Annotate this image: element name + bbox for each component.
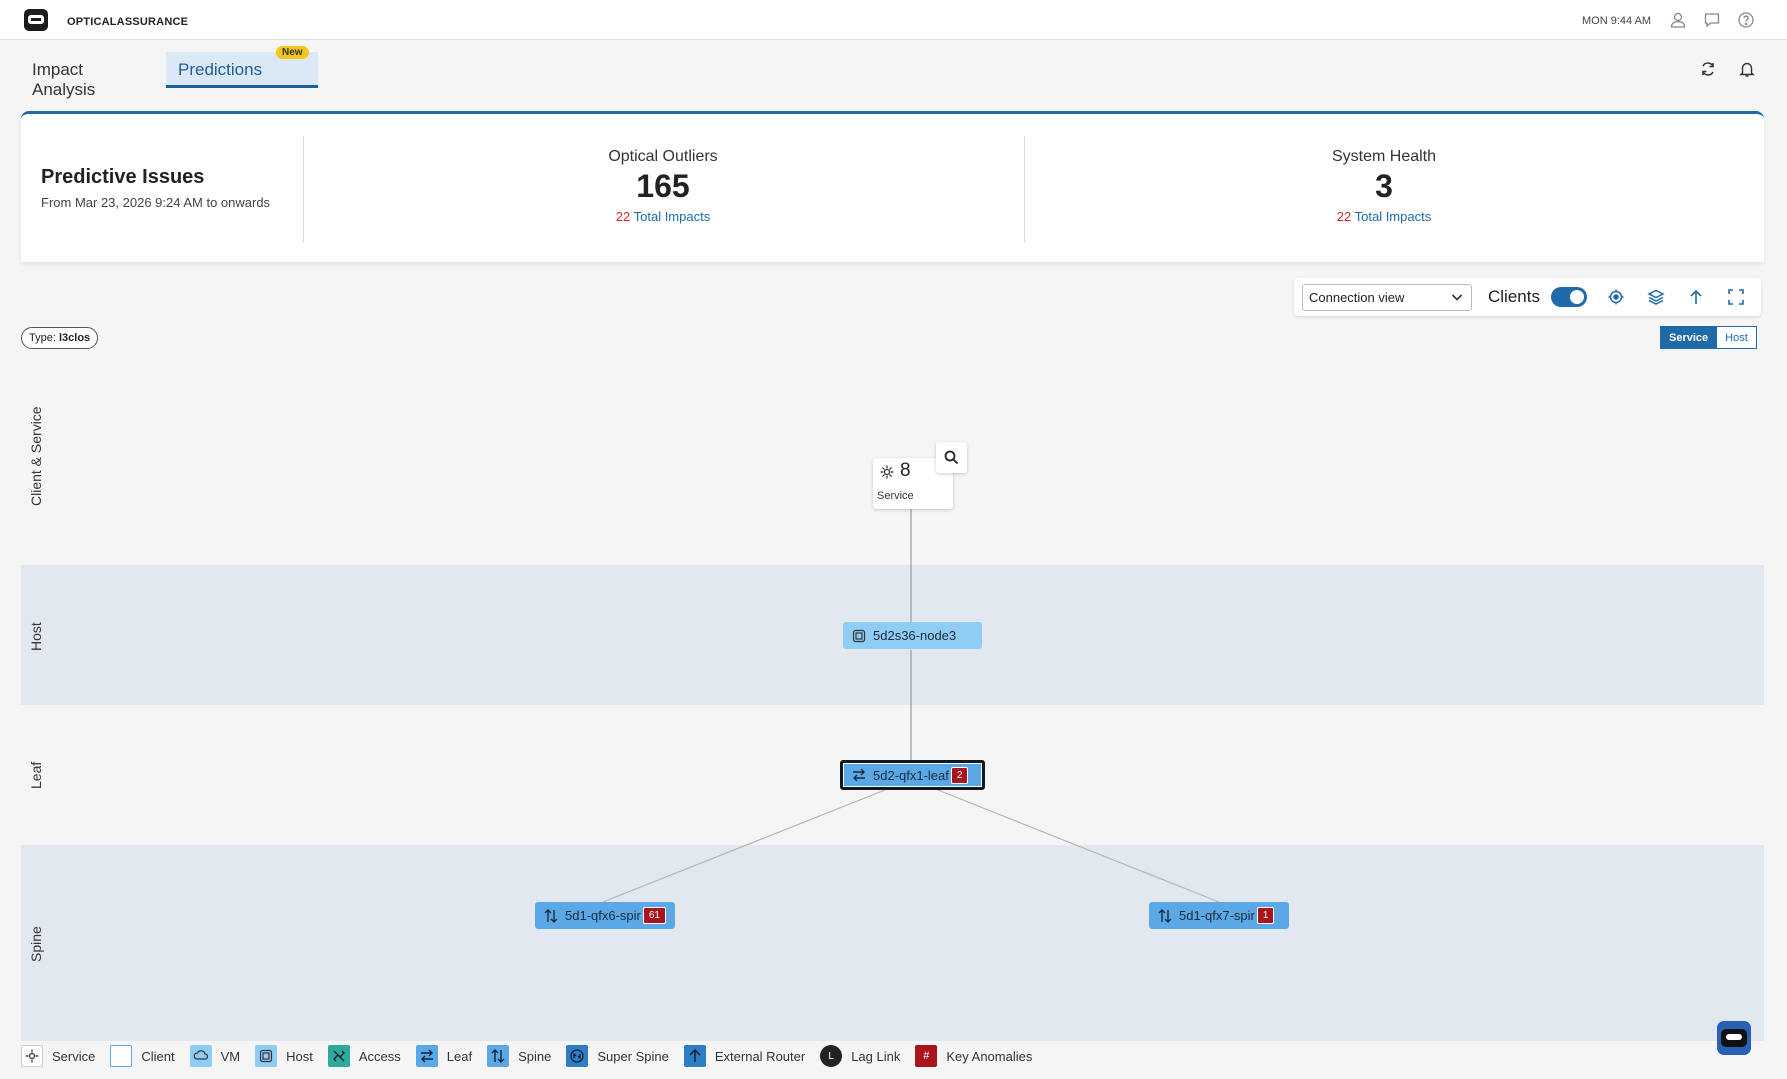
node-label: 5d1-qfx6-spir [565,908,641,923]
service-label: Service [877,490,914,502]
legend-label: External Router [714,1048,806,1064]
legend-item-leaf: Leaf [415,1045,473,1067]
client-icon [110,1045,133,1067]
legend-label: Super Spine [597,1048,669,1064]
legend-label: Key Anomalies [946,1048,1033,1064]
link-leaf-spine-1 [602,789,886,903]
assistant-bot-button[interactable] [1717,1021,1751,1055]
node-label: 5d2-qfx1-leaf [873,767,949,783]
leaf-node[interactable]: 5d2-qfx1-leaf 2 [840,760,985,790]
legend-label: Host [286,1048,313,1064]
legend-label: VM [220,1048,241,1064]
anomaly-badge: 61 [642,907,666,924]
spine-icon [1158,908,1172,923]
topology-links [602,509,1220,903]
legend-item-access: Access [327,1045,401,1067]
host-icon [255,1045,278,1067]
legend-item-super-spine: Super Spine [566,1045,669,1067]
super-spine-icon [566,1045,589,1067]
anomaly-badge: 1 [1256,907,1275,924]
legend-item-vm: VM [189,1045,241,1067]
search-icon [944,450,959,465]
leaf-icon [415,1045,438,1067]
external-router-icon [683,1045,706,1067]
legend-label: Spine [518,1048,552,1064]
link-leaf-spine-2 [937,789,1220,903]
spine-node[interactable]: 5d1-qfx7-spir 1 [1149,902,1289,929]
spine-node[interactable]: 5d1-qfx6-spir 61 [535,902,675,929]
legend-item-host: Host [255,1045,313,1067]
spine-icon [487,1045,510,1067]
service-icon [21,1045,43,1067]
anomaly-badge: 2 [950,766,969,784]
node-label: 5d1-qfx7-spir [1179,908,1255,923]
service-icon [880,465,894,479]
legend-item-spine: Spine [487,1045,551,1067]
legend-label: Access [358,1048,401,1064]
legend-item-key-anomalies: # Key Anomalies [915,1045,1032,1067]
node-label: 5d2s36-node3 [873,628,957,643]
vm-icon [189,1045,212,1067]
legend-label: Service [52,1048,96,1064]
legend: Service Client VM Host Access Leaf Spine… [21,1044,1047,1068]
legend-label: Client [141,1048,175,1064]
legend-item-external-router: External Router [683,1045,806,1067]
legend-label: Leaf [446,1048,473,1064]
service-count: 8 [900,460,911,481]
search-button[interactable] [936,442,967,473]
leaf-icon [853,768,865,782]
host-icon [852,629,866,642]
legend-item-client: Client [110,1045,175,1067]
legend-item-lag-link: L Lag Link [820,1045,900,1067]
access-icon [327,1045,350,1067]
legend-label: Lag Link [851,1048,901,1064]
host-node[interactable]: 5d2s36-node3 [843,622,982,649]
lag-link-icon: L [820,1045,843,1067]
legend-item-service: Service [21,1045,95,1067]
spine-icon [544,908,558,923]
key-anomalies-icon: # [915,1045,938,1067]
